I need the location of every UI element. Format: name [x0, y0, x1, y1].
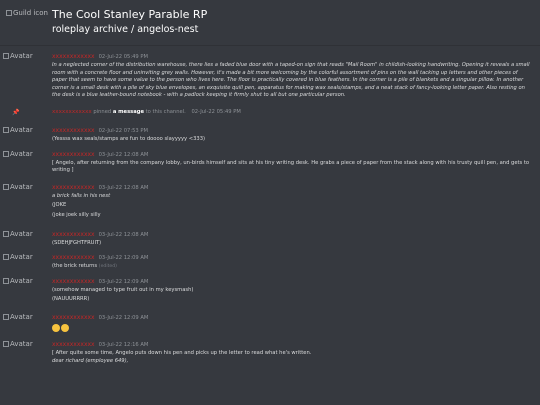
- pinned-message-link[interactable]: a message: [113, 109, 144, 115]
- timestamp: 03-Jul-22 12:16 AM: [98, 342, 149, 348]
- message: Avatar xxxxxxxxxxxx 03-Jul-22 12:09 AM: [0, 313, 540, 333]
- message-content: a brick falls in his nest: [52, 192, 111, 199]
- timestamp: 02-Jul-22 07:53 PM: [98, 127, 148, 134]
- message-meta: xxxxxxxxxxxx 03-Jul-22 12:08 AM: [52, 183, 534, 193]
- author-name[interactable]: xxxxxxxxxxxx: [52, 109, 92, 115]
- timestamp: 02-Jul-22 05:49 PM: [98, 54, 148, 60]
- emoji-icon: [52, 323, 60, 332]
- message-content: [ Angelo, after returning from the compa…: [52, 159, 530, 174]
- avatar: Avatar: [3, 253, 33, 261]
- message-content: (the brick returns (edited): [52, 263, 534, 271]
- message-content: (JOKE: [52, 202, 67, 209]
- edited-label: (edited): [98, 264, 117, 270]
- guild-icon: Guild icon: [6, 9, 48, 17]
- author-name[interactable]: xxxxxxxxxxxx: [52, 231, 95, 238]
- timestamp: 03-Jul-22 12:09 AM: [98, 255, 149, 262]
- timestamp: 02-Jul-22 05:49 PM: [191, 108, 241, 115]
- message-meta: xxxxxxxxxxxx 02-Jul-22 07:53 PM: [52, 126, 534, 136]
- message-content: In a neglected corner of the distributio…: [52, 62, 530, 99]
- timestamp: 03-Jul-22 12:09 AM: [98, 278, 149, 285]
- message-meta: xxxxxxxxxxxx 03-Jul-22 12:09 AM: [52, 313, 534, 323]
- timestamp: 03-Jul-22 12:08 AM: [98, 151, 149, 158]
- avatar: Avatar: [3, 52, 33, 60]
- timestamp: 03-Jul-22 12:08 AM: [98, 231, 149, 238]
- message-meta: xxxxxxxxxxxx 03-Jul-22 12:09 AM: [52, 277, 534, 287]
- avatar: Avatar: [3, 277, 33, 285]
- avatar: Avatar: [3, 230, 33, 238]
- channel-path: roleplay archive / angelos-nest: [52, 24, 199, 35]
- message-content: dear richard (employee 649),: [52, 357, 129, 364]
- avatar: Avatar: [3, 313, 33, 321]
- message: Avatar xxxxxxxxxxxx 03-Jul-22 12:09 AM (s…: [0, 277, 540, 304]
- message-meta: xxxxxxxxxxxx 03-Jul-22 12:09 AM: [52, 253, 534, 263]
- message: Avatar xxxxxxxxxxxx 03-Jul-22 12:08 AM [ …: [0, 150, 540, 175]
- message-content: (joke joek silly silly: [52, 211, 101, 218]
- avatar: Avatar: [3, 150, 33, 158]
- avatar: Avatar: [3, 183, 33, 191]
- pin-icon: 📌: [12, 108, 20, 116]
- message-list: Avatar xxxxxxxxxxxx 02-Jul-22 05:49 PM In…: [0, 52, 540, 365]
- message-text: (the brick returns: [52, 263, 98, 270]
- message-meta: xxxxxxxxxxxx 03-Jul-22 12:08 AM: [52, 230, 534, 240]
- message: Avatar xxxxxxxxxxxx 03-Jul-22 12:08 AM (S…: [0, 230, 540, 248]
- message-content: (somehow managed to type fruit out in my…: [52, 286, 194, 293]
- author-name[interactable]: xxxxxxxxxxxx: [52, 184, 95, 191]
- channel-header: Guild icon The Cool Stanley Parable RP r…: [0, 0, 540, 46]
- message: Avatar xxxxxxxxxxxx 02-Jul-22 05:49 PM In…: [0, 52, 540, 100]
- author-name[interactable]: xxxxxxxxxxxx: [52, 341, 95, 348]
- message-content: [ After quite some time, Angelo puts dow…: [52, 350, 312, 356]
- message-content: (NAUUURRRR): [52, 296, 90, 303]
- author-name[interactable]: xxxxxxxxxxxx: [52, 278, 95, 285]
- message: Avatar xxxxxxxxxxxx 03-Jul-22 12:09 AM (t…: [0, 253, 540, 271]
- message-meta: xxxxxxxxxxxx 02-Jul-22 05:49 PM: [52, 52, 534, 62]
- message: Avatar xxxxxxxxxxxx 02-Jul-22 07:53 PM (Y…: [0, 126, 540, 144]
- message: Avatar xxxxxxxxxxxx 03-Jul-22 12:16 AM [ …: [0, 340, 540, 365]
- avatar: Avatar: [3, 340, 33, 348]
- timestamp: 03-Jul-22 12:08 AM: [98, 184, 149, 191]
- message-content: (Yessss wax seals/stamps are fun to dooo…: [52, 135, 206, 142]
- timestamp: 03-Jul-22 12:09 AM: [98, 314, 149, 321]
- message-meta: xxxxxxxxxxxx 03-Jul-22 12:16 AM: [52, 340, 534, 350]
- pin-action: pinned: [93, 108, 112, 115]
- author-name[interactable]: xxxxxxxxxxxx: [52, 127, 95, 134]
- pin-notice: 📌 xxxxxxxxxxxx pinned a message to this …: [0, 108, 540, 117]
- message-meta: xxxxxxxxxxxx 03-Jul-22 12:08 AM: [52, 150, 534, 160]
- author-name[interactable]: xxxxxxxxxxxx: [52, 53, 95, 60]
- message: Avatar xxxxxxxxxxxx 03-Jul-22 12:08 AM a …: [0, 183, 540, 220]
- guild-name: The Cool Stanley Parable RP: [52, 8, 208, 21]
- pin-suffix: to this channel.: [145, 108, 186, 115]
- avatar: Avatar: [3, 126, 33, 134]
- author-name[interactable]: xxxxxxxxxxxx: [52, 151, 95, 158]
- author-name[interactable]: xxxxxxxxxxxx: [52, 254, 95, 261]
- author-name[interactable]: xxxxxxxxxxxx: [52, 314, 95, 321]
- message-content: (SDEHJFGHTFRUIT): [52, 239, 102, 246]
- message-content: [52, 323, 534, 333]
- emoji-icon: [61, 323, 69, 332]
